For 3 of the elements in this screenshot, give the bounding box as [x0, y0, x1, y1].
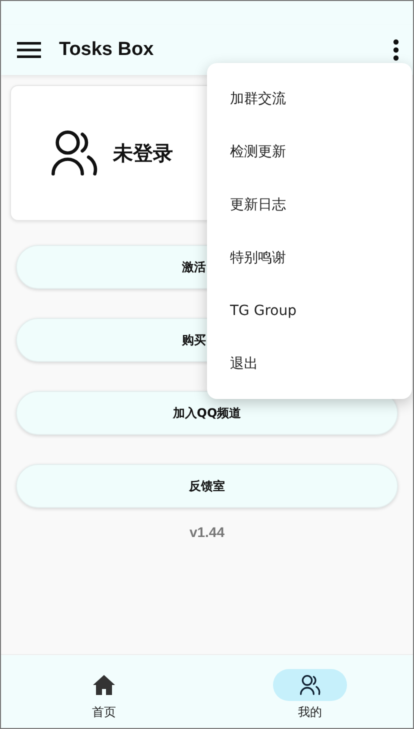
app-title: Tosks Box: [59, 39, 155, 61]
version-label: v1.44: [189, 524, 225, 540]
login-status: 未登录: [113, 140, 173, 166]
